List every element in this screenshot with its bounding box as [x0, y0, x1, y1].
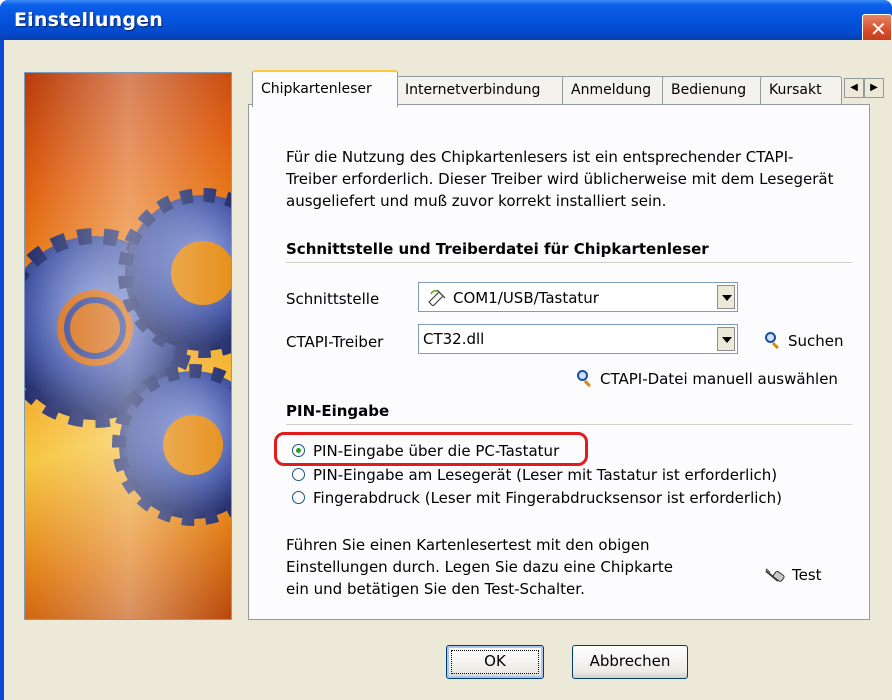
search-icon — [764, 332, 780, 350]
divider — [286, 262, 852, 264]
tab-chipkartenleser[interactable]: Chipkartenleser — [252, 70, 398, 107]
title-bar[interactable]: Einstellungen ✕ — [0, 0, 892, 44]
radio-icon[interactable] — [292, 468, 305, 481]
test-button[interactable]: Test — [764, 566, 822, 584]
search-button[interactable]: Suchen — [764, 332, 844, 350]
schnittstelle-label: Schnittstelle — [286, 290, 380, 308]
reader-icon — [428, 289, 446, 307]
tab-scroll-right-icon[interactable]: ▶ — [864, 78, 884, 98]
test-description: Führen Sie einen Kartenlesertest mit den… — [286, 536, 673, 598]
cancel-button[interactable]: Abbrechen — [572, 645, 688, 679]
pin-option-reader[interactable]: PIN-Eingabe am Lesegerät (Leser mit Tast… — [292, 466, 777, 484]
interface-section-title: Schnittstelle und Treiberdatei für Chipk… — [286, 240, 709, 258]
chevron-down-icon[interactable] — [717, 285, 735, 309]
radio-icon[interactable] — [292, 491, 305, 504]
chevron-down-icon[interactable] — [717, 327, 735, 351]
tab-internetverbindung[interactable]: Internetverbindung — [396, 76, 566, 106]
pin-option-fingerprint[interactable]: Fingerabdruck (Leser mit Fingerabdruckse… — [292, 489, 782, 507]
divider — [286, 424, 852, 426]
schnittstelle-select[interactable]: COM1/USB/Tastatur — [418, 282, 738, 312]
gears-illustration — [24, 72, 232, 620]
ctapi-value: CT32.dll — [423, 330, 485, 348]
manual-select-button[interactable]: CTAPI-Datei manuell auswählen — [576, 370, 838, 388]
plug-icon — [765, 568, 785, 582]
window-title: Einstellungen — [14, 9, 163, 31]
annotation-highlight — [274, 432, 588, 466]
tab-scroll-left-icon[interactable]: ◀ — [844, 78, 864, 98]
pin-section-title: PIN-Eingabe — [286, 402, 390, 420]
tab-kursakt[interactable]: Kursakt — [760, 76, 842, 106]
ok-button[interactable]: OK — [446, 645, 544, 679]
ctapi-driver-select[interactable]: CT32.dll — [418, 324, 738, 354]
search-icon — [576, 370, 592, 388]
close-icon: ✕ — [870, 17, 887, 41]
gears-icon — [25, 73, 231, 619]
tab-anmeldung[interactable]: Anmeldung — [562, 76, 666, 106]
schnittstelle-value: COM1/USB/Tastatur — [453, 289, 599, 307]
intro-text: Für die Nutzung des Chipkartenlesers ist… — [286, 148, 834, 210]
ctapi-label: CTAPI-Treiber — [286, 333, 384, 351]
tab-strip: Internetverbindung Anmeldung Bedienung K… — [248, 68, 892, 107]
tab-bedienung[interactable]: Bedienung — [662, 76, 764, 106]
